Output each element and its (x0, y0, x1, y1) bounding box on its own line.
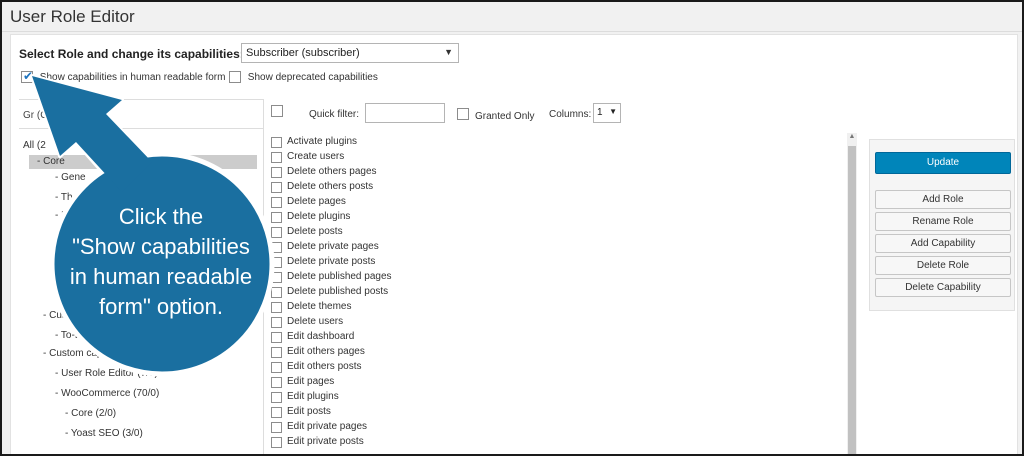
capability-checkbox[interactable] (271, 181, 282, 193)
scroll-up-icon[interactable]: ▲ (847, 133, 857, 145)
capability-item[interactable]: Create users (271, 150, 344, 164)
capability-label: Edit pages (287, 376, 335, 387)
capabilities-scrollbar[interactable]: ▲ (847, 133, 857, 454)
capability-item[interactable]: Delete pages (271, 195, 346, 209)
capability-label: Edit private posts (287, 436, 364, 447)
chevron-down-icon: ▼ (444, 47, 453, 57)
columns-label: Columns: (549, 109, 592, 120)
columns-select[interactable]: 1 ▼ (593, 103, 621, 123)
capability-label: Create users (287, 151, 345, 162)
capability-item[interactable]: Delete posts (271, 225, 343, 239)
quick-filter-input[interactable] (365, 103, 445, 123)
human-readable-checkbox[interactable] (21, 69, 33, 83)
group-item[interactable]: All (2 (23, 139, 267, 153)
capability-label: Delete others posts (287, 181, 374, 192)
granted-only-label: Granted Only (475, 111, 535, 122)
quick-filter-label: Quick filter: (309, 109, 360, 120)
capability-label: Edit others posts (287, 361, 362, 372)
capability-item[interactable]: Edit posts (271, 405, 331, 419)
human-readable-option[interactable]: Show capabilities in human readable form (21, 69, 226, 83)
capability-item[interactable]: Edit others pages (271, 345, 365, 359)
rename-role-button[interactable]: Rename Role (875, 212, 1011, 231)
capability-item[interactable]: Delete published posts (271, 285, 388, 299)
app-frame: User Role Editor Select Role and change … (0, 0, 1024, 456)
capability-item[interactable]: Delete others pages (271, 165, 377, 179)
capability-label: Delete private posts (287, 256, 376, 267)
capability-item[interactable]: Edit private pages (271, 420, 367, 434)
capability-label: Edit dashboard (287, 331, 355, 342)
capability-item[interactable]: Delete others posts (271, 180, 373, 194)
capability-checkbox[interactable] (271, 151, 282, 163)
capability-label: Edit posts (287, 406, 331, 417)
callout-line: Click the (118, 204, 204, 229)
actions-panel: Update Add Role Rename Role Add Capabili… (869, 139, 1015, 311)
capability-checkbox[interactable] (271, 391, 282, 403)
capability-checkbox[interactable] (271, 331, 282, 343)
callout-line: in human readable (69, 264, 253, 289)
capability-label: Delete published pages (287, 271, 392, 282)
capability-item[interactable]: Delete plugins (271, 210, 350, 224)
delete-role-button[interactable]: Delete Role (875, 256, 1011, 275)
capabilities-list: Activate plugins Create users Delete other… (271, 133, 843, 454)
columns-value: 1 (597, 107, 603, 118)
capability-item[interactable]: Edit others posts (271, 360, 361, 374)
capability-label: Delete others pages (287, 166, 377, 177)
deprecated-label: Show deprecated capabilities (247, 71, 378, 83)
capability-checkbox[interactable] (271, 406, 282, 418)
role-select-label: Select Role and change its capabilities: (19, 47, 244, 61)
capability-label: Edit private pages (287, 421, 368, 432)
title-bar: User Role Editor (2, 2, 1022, 32)
capability-item[interactable]: Delete private pages (271, 240, 379, 254)
capability-item[interactable]: Delete themes (271, 300, 351, 314)
capability-item[interactable]: Delete users (271, 315, 343, 329)
delete-capability-button[interactable]: Delete Capability (875, 278, 1011, 297)
callout-text: Click the "Show capabilities in human re… (48, 202, 274, 332)
capability-label: Activate plugins (287, 136, 358, 147)
capability-label: Delete published posts (287, 286, 389, 297)
capability-label: Delete themes (287, 301, 352, 312)
capability-item[interactable]: Edit private posts (271, 435, 364, 449)
capability-item[interactable]: Activate plugins (271, 135, 357, 149)
groups-header: Gr (Granted) (19, 99, 263, 129)
capability-item[interactable]: Delete published pages (271, 270, 392, 284)
group-item-selected[interactable]: - Core (29, 155, 257, 169)
capability-label: Edit plugins (287, 391, 339, 402)
role-select[interactable]: Subscriber (subscriber) ▼ (241, 43, 459, 63)
capability-label: Delete plugins (287, 211, 351, 222)
capability-label: Delete posts (287, 226, 343, 237)
capability-checkbox[interactable] (271, 346, 282, 358)
capability-checkbox[interactable] (271, 436, 282, 448)
capability-checkbox[interactable] (271, 136, 282, 148)
capability-label: Delete pages (287, 196, 346, 207)
capability-checkbox[interactable] (271, 166, 282, 178)
deprecated-option[interactable]: Show deprecated capabilities (229, 71, 378, 83)
group-item[interactable]: - Custom cap (43, 347, 287, 361)
groups-header-text: Gr (Granted) (23, 110, 80, 121)
callout-line: form" option. (99, 294, 223, 319)
update-button[interactable]: Update (875, 152, 1011, 174)
capability-label: Delete private pages (287, 241, 379, 252)
human-readable-label: Show capabilities in human readable form (39, 71, 226, 83)
callout-line: "Show capabilities (72, 234, 250, 259)
deprecated-checkbox[interactable] (229, 71, 241, 83)
chevron-down-icon: ▼ (609, 107, 617, 116)
capability-item[interactable]: Edit dashboard (271, 330, 354, 344)
capability-item[interactable]: Edit plugins (271, 390, 339, 404)
capability-checkbox[interactable] (271, 361, 282, 373)
granted-only-checkbox[interactable] (457, 108, 469, 120)
select-all-checkbox[interactable] (271, 105, 283, 117)
add-role-button[interactable]: Add Role (875, 190, 1011, 209)
page-title: User Role Editor (10, 7, 135, 26)
scrollbar-thumb[interactable] (848, 146, 856, 454)
capability-checkbox[interactable] (271, 376, 282, 388)
add-capability-button[interactable]: Add Capability (875, 234, 1011, 253)
filter-bar: Quick filter: Granted Only Columns: 1 ▼ (269, 99, 869, 129)
capability-label: Edit others pages (287, 346, 365, 357)
capability-item[interactable]: Delete private posts (271, 255, 375, 269)
capability-label: Delete users (287, 316, 344, 327)
capability-checkbox[interactable] (271, 421, 282, 433)
capability-item[interactable]: Edit pages (271, 375, 334, 389)
role-select-value: Subscriber (subscriber) (246, 47, 360, 59)
